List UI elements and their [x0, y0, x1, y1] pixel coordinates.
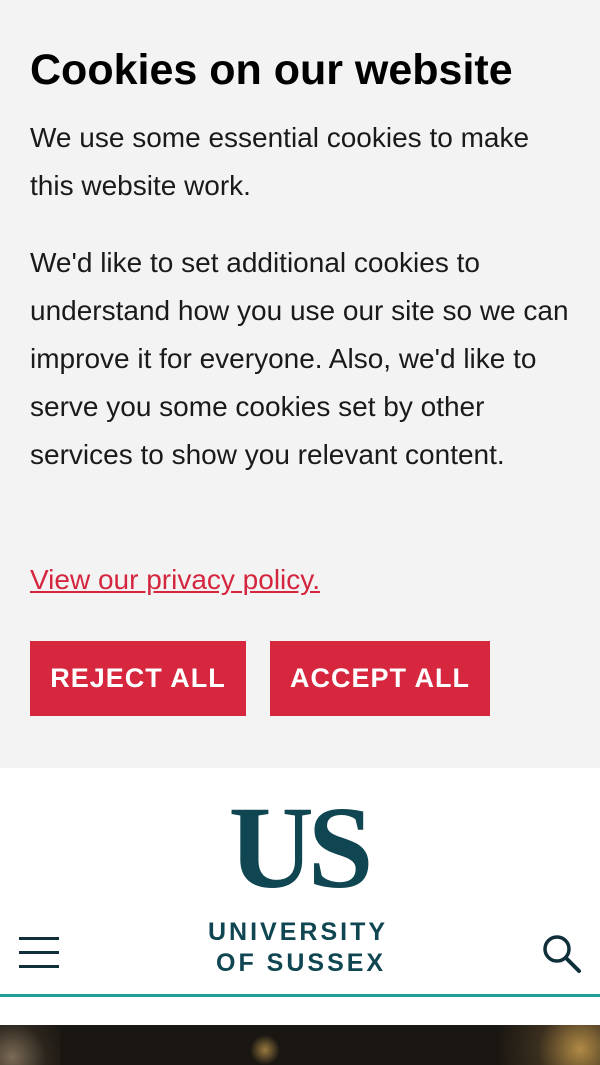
hero-image: [0, 1025, 600, 1065]
accept-all-button[interactable]: ACCEPT ALL: [270, 641, 490, 716]
university-logo-name-line1[interactable]: UNIVERSITY: [208, 918, 388, 947]
hamburger-menu-icon[interactable]: [19, 935, 59, 971]
privacy-policy-link[interactable]: View our privacy policy.: [30, 556, 320, 604]
cookie-banner-title: Cookies on our website: [30, 46, 513, 94]
university-logo-monogram[interactable]: US: [218, 789, 378, 907]
search-icon[interactable]: [540, 932, 584, 976]
reject-all-button[interactable]: REJECT ALL: [30, 641, 246, 716]
cookie-banner: Cookies on our website We use some essen…: [0, 0, 600, 768]
cookie-banner-details: We'd like to set additional cookies to u…: [30, 247, 569, 470]
cookie-banner-intro: We use some essential cookies to make th…: [30, 122, 530, 201]
university-logo-name-line2[interactable]: OF SUSSEX: [216, 949, 386, 978]
